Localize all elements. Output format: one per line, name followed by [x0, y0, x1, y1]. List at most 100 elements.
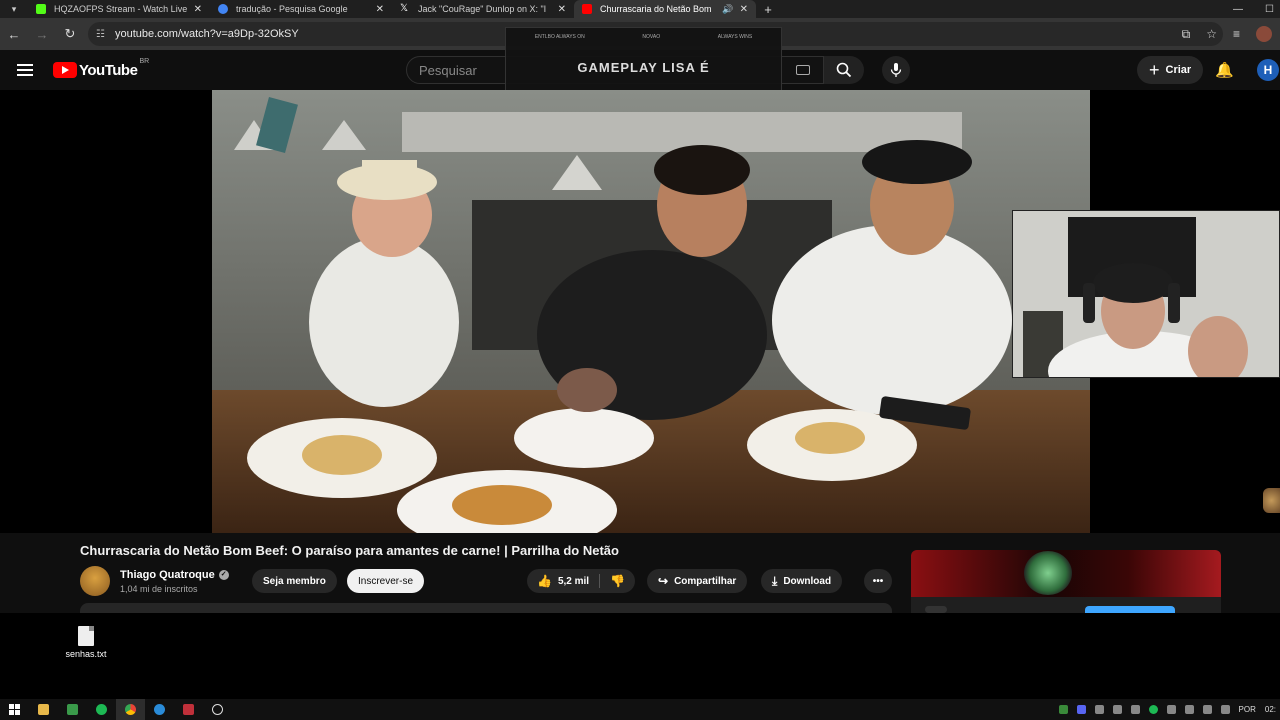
google-favicon-icon — [218, 4, 228, 14]
network-icon[interactable] — [1202, 705, 1212, 714]
reading-list-icon[interactable]: ≡ — [1233, 27, 1240, 41]
edge-icon[interactable] — [145, 699, 174, 720]
volume-icon[interactable] — [1220, 705, 1230, 714]
tray-app-icon[interactable] — [1166, 705, 1176, 714]
bookmark-star-icon[interactable]: ☆ — [1206, 27, 1217, 41]
webcam-image — [1013, 211, 1279, 377]
close-tab-icon[interactable]: ✕ — [558, 4, 566, 15]
more-actions-button[interactable]: ••• — [864, 569, 892, 593]
voice-search-button[interactable] — [882, 56, 910, 84]
promo-action-button[interactable] — [1085, 606, 1175, 613]
region-code: BR — [139, 57, 150, 65]
share-arrow-icon: ↪ — [658, 574, 669, 588]
overlay-mini-labels: ENTLBO ALWAYS ON NOVAO ALWAYS WINS — [506, 34, 781, 40]
windows-logo-icon — [9, 704, 20, 715]
browser-tab-active[interactable]: Churrascaria do Netão Bom 🔊 ✕ — [574, 0, 756, 18]
thumbs-down-icon[interactable]: 👎 — [610, 574, 625, 588]
media-app-icon[interactable] — [174, 699, 203, 720]
tray-app-icon[interactable] — [1112, 705, 1122, 714]
browser-tab[interactable]: HQZAOFPS Stream - Watch Live ✕ — [28, 0, 210, 18]
file-explorer-icon[interactable] — [29, 699, 58, 720]
side-avatar-peek — [1263, 488, 1280, 513]
more-dots-icon: ••• — [872, 575, 884, 587]
profile-icon[interactable] — [1256, 26, 1272, 42]
tab-title: Churrascaria do Netão Bom — [600, 4, 712, 14]
reload-icon[interactable]: ↻ — [56, 26, 84, 42]
like-count[interactable]: 5,2 mil — [558, 576, 589, 587]
sidebar-promo-card[interactable] — [911, 550, 1221, 613]
desktop-file-label[interactable]: senhas.txt — [56, 649, 116, 659]
desktop-area: senhas.txt — [0, 613, 1280, 699]
text-file-icon[interactable] — [78, 626, 94, 646]
tray-app-icon[interactable] — [1094, 705, 1104, 714]
search-button[interactable] — [824, 56, 864, 84]
site-settings-icon[interactable]: ☷ — [96, 29, 105, 40]
browser-tab[interactable]: 𝕏 Jack "CouRage" Dunlop on X: "I ✕ — [392, 0, 574, 18]
obs-icon[interactable] — [203, 699, 232, 720]
search-placeholder: Pesquisar — [419, 62, 477, 78]
notifications-bell-icon[interactable]: 🔔 — [1215, 61, 1234, 79]
speaker-icon[interactable]: 🔊 — [722, 4, 733, 15]
keyboard-icon[interactable] — [796, 65, 810, 75]
promo-avatar — [925, 606, 947, 613]
app-icon[interactable] — [58, 699, 87, 720]
video-player[interactable] — [212, 90, 1090, 533]
download-button[interactable]: ⤓ Download — [761, 569, 843, 593]
tab-title: HQZAOFPS Stream - Watch Live — [54, 4, 188, 14]
system-tray: POR 02: — [1058, 699, 1280, 720]
close-tab-icon[interactable]: ✕ — [740, 4, 748, 15]
spotify-icon[interactable] — [87, 699, 116, 720]
clock[interactable]: 02: — [1265, 705, 1276, 714]
close-tab-icon[interactable]: ✕ — [194, 4, 202, 15]
verified-check-icon: ✓ — [218, 570, 229, 580]
browser-tab-strip: ▾ HQZAOFPS Stream - Watch Live ✕ traduçã… — [0, 0, 1280, 18]
browser-tab[interactable]: tradução - Pesquisa Google ✕ — [210, 0, 392, 18]
menu-hamburger-icon[interactable] — [17, 64, 33, 76]
description-box[interactable] — [80, 603, 892, 613]
usb-icon[interactable] — [1184, 705, 1194, 714]
minimize-icon[interactable]: — — [1233, 4, 1243, 15]
window-controls: — ☐ — [1233, 0, 1274, 18]
new-tab-button[interactable]: + — [756, 2, 780, 17]
share-button[interactable]: ↪ Compartilhar — [647, 569, 748, 593]
join-member-label: Seja membro — [263, 575, 326, 587]
close-tab-icon[interactable]: ✕ — [376, 4, 384, 15]
back-arrow-icon[interactable]: ← — [0, 27, 28, 42]
x-favicon-icon: 𝕏 — [400, 3, 409, 14]
youtube-wordmark: YouTube — [79, 61, 138, 79]
account-avatar[interactable]: H — [1257, 59, 1279, 81]
language-indicator[interactable]: POR — [1239, 705, 1256, 714]
tab-title: Jack "CouRage" Dunlop on X: "I — [418, 4, 547, 14]
youtube-logo[interactable]: YouTube BR — [53, 58, 149, 79]
channel-avatar[interactable] — [80, 566, 110, 596]
like-divider — [599, 574, 601, 588]
youtube-favicon-icon — [582, 4, 592, 14]
install-app-icon[interactable]: ⧉ — [1182, 27, 1191, 42]
subscriber-count: 1,04 mi de inscritos — [120, 584, 198, 594]
stream-overlay-banner: ENTLBO ALWAYS ON NOVAO ALWAYS WINS GAMEP… — [505, 27, 782, 94]
join-member-button[interactable]: Seja membro — [252, 569, 337, 593]
like-dislike-group: 👍 5,2 mil 👎 — [527, 569, 636, 593]
chrome-icon[interactable] — [116, 699, 145, 720]
url-text: youtube.com/watch?v=a9Dp-32OkSY — [114, 28, 299, 40]
kick-favicon-icon — [36, 4, 46, 14]
spotify-tray-icon[interactable] — [1148, 705, 1158, 714]
tab-search-chevron-icon[interactable]: ▾ — [0, 0, 28, 18]
youtube-play-logo-icon — [53, 62, 77, 78]
channel-name[interactable]: Thiago Quatroque — [120, 569, 215, 581]
overlay-mini-label: NOVAO — [642, 34, 661, 40]
discord-icon[interactable] — [1076, 705, 1086, 714]
subscribe-button[interactable]: Inscrever-se — [347, 569, 425, 593]
overlay-mini-label: ALWAYS WINS — [717, 34, 753, 40]
tray-app-icon[interactable] — [1130, 705, 1140, 714]
start-button[interactable] — [0, 699, 29, 720]
create-button[interactable]: + Criar — [1137, 56, 1204, 84]
channel-name-row[interactable]: Thiago Quatroque ✓ — [120, 569, 229, 581]
forward-arrow-icon[interactable]: → — [28, 27, 56, 42]
thumbs-up-icon[interactable]: 👍 — [537, 574, 552, 588]
maximize-icon[interactable]: ☐ — [1265, 4, 1274, 15]
overlay-mini-label: ENTLBO ALWAYS ON — [534, 34, 585, 40]
tray-app-icon[interactable] — [1058, 705, 1068, 714]
search-icon — [836, 62, 852, 78]
tab-title: tradução - Pesquisa Google — [236, 4, 348, 14]
